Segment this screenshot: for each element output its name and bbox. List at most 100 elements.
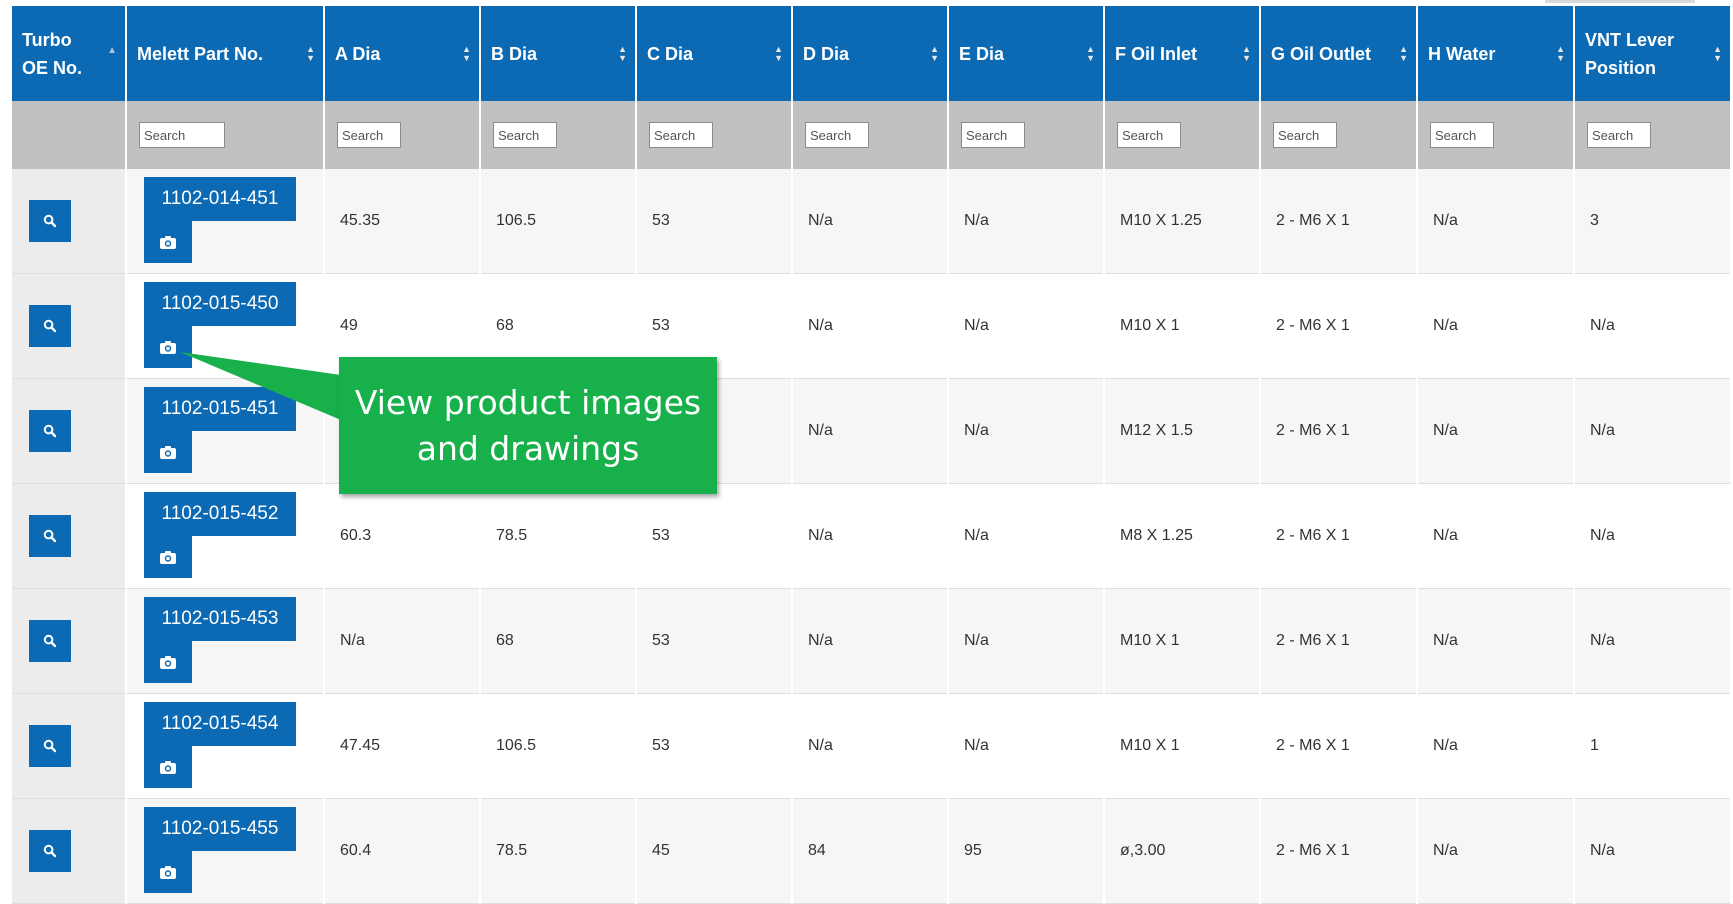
oe-cell [12,588,126,694]
cell-d: N/a [791,588,948,694]
view-images-button[interactable] [144,221,192,263]
table-body: 1102-014-451 45.35 106.5 53 N/a N/a M10 X 1.25… [12,169,1730,904]
cell-e: N/a [947,273,1104,379]
search-cell [1416,101,1574,169]
column-search-input[interactable] [493,122,557,148]
view-details-button[interactable] [29,515,71,557]
column-header-label: B Dia [491,43,538,64]
view-images-button[interactable] [144,326,192,368]
sort-arrows-icon[interactable]: ▲ ▼ [618,44,627,63]
part-cell: 1102-015-455 [125,798,324,904]
cell-b: 78.5 [479,483,636,589]
cell-f: ø,3.00 [1103,798,1260,904]
part-number-button[interactable]: 1102-015-453 [144,597,296,641]
column-header[interactable]: A Dia ▲ ▼ [323,6,480,101]
products-table-wrapper: Turbo OE No. ▲ Melett Part No. ▲ ▼ A Dia ▲ ▼ B D… [12,6,1730,904]
column-header[interactable]: C Dia ▲ ▼ [635,6,792,101]
cell-b: 106.5 [479,169,636,274]
sort-arrows-icon[interactable]: ▲ [107,46,117,56]
part-number-group: 1102-015-454 [144,702,296,790]
view-details-button[interactable] [29,200,71,242]
cell-h: N/a [1416,483,1574,589]
column-header[interactable]: D Dia ▲ ▼ [791,6,948,101]
view-details-button[interactable] [29,305,71,347]
column-header-label: A Dia [335,43,381,64]
column-header[interactable]: E Dia ▲ ▼ [947,6,1104,101]
camera-icon [159,550,177,565]
view-images-button[interactable] [144,431,192,473]
cell-e: N/a [947,169,1104,274]
column-header[interactable]: VNT Lever Position ▲ ▼ [1573,6,1730,101]
column-header[interactable]: Melett Part No. ▲ ▼ [125,6,324,101]
column-search-input[interactable] [1587,122,1651,148]
sort-arrows-icon[interactable]: ▲ ▼ [930,44,939,63]
top-edge-line [1545,0,1695,3]
cell-d: N/a [791,693,948,799]
products-table: Turbo OE No. ▲ Melett Part No. ▲ ▼ A Dia ▲ ▼ B D… [12,6,1730,904]
column-header[interactable]: F Oil Inlet ▲ ▼ [1103,6,1260,101]
part-number-button[interactable]: 1102-015-454 [144,702,296,746]
view-details-button[interactable] [29,620,71,662]
search-cell [323,101,480,169]
cell-c: 53 [635,169,792,274]
cell-g: 2 - M6 X 1 [1259,378,1417,484]
column-search-input[interactable] [805,122,869,148]
sort-arrows-icon[interactable]: ▲ ▼ [1086,44,1095,63]
search-cell [1259,101,1417,169]
part-cell: 1102-014-451 [125,169,324,274]
view-details-button[interactable] [29,725,71,767]
column-header[interactable]: G Oil Outlet ▲ ▼ [1259,6,1417,101]
column-search-input[interactable] [1430,122,1494,148]
table-row: 1102-015-453 N/a 68 53 N/a N/a M10 X 12 - M6 X… [12,588,1730,694]
header-row: Turbo OE No. ▲ Melett Part No. ▲ ▼ A Dia ▲ ▼ B D… [12,6,1730,101]
part-number-group: 1102-015-452 [144,492,296,580]
column-search-input[interactable] [139,122,225,148]
part-cell: 1102-015-453 [125,588,324,694]
part-number-button[interactable]: 1102-015-455 [144,807,296,851]
part-number-button[interactable]: 1102-015-452 [144,492,296,536]
cell-g: 2 - M6 X 1 [1259,169,1417,274]
part-cell: 1102-015-452 [125,483,324,589]
view-images-button[interactable] [144,746,192,788]
part-number-group: 1102-015-450 [144,282,296,370]
column-search-input[interactable] [1117,122,1181,148]
view-images-button[interactable] [144,641,192,683]
column-header[interactable]: H Water ▲ ▼ [1416,6,1574,101]
cell-vnt: N/a [1573,273,1730,379]
sort-arrows-icon[interactable]: ▲ ▼ [1242,44,1251,63]
sort-arrows-icon[interactable]: ▲ ▼ [1399,44,1408,63]
sort-arrows-icon[interactable]: ▲ ▼ [306,44,315,63]
column-search-input[interactable] [961,122,1025,148]
cell-f: M10 X 1 [1103,588,1260,694]
cell-f: M8 X 1.25 [1103,483,1260,589]
column-search-input[interactable] [337,122,401,148]
view-images-button[interactable] [144,851,192,893]
view-details-button[interactable] [29,830,71,872]
part-number-button[interactable]: 1102-014-451 [144,177,296,221]
cell-a: 60.3 [323,483,480,589]
view-details-button[interactable] [29,410,71,452]
column-header-label: C Dia [647,43,694,64]
cell-e: N/a [947,378,1104,484]
cell-vnt: 3 [1573,169,1730,274]
column-search-input[interactable] [1273,122,1337,148]
sort-arrows-icon[interactable]: ▲ ▼ [462,44,471,63]
column-header[interactable]: Turbo OE No. ▲ [12,6,126,101]
column-search-input[interactable] [649,122,713,148]
sort-arrows-icon[interactable]: ▲ ▼ [1713,44,1722,63]
cell-e: N/a [947,588,1104,694]
cell-c: 53 [635,693,792,799]
part-number-button[interactable]: 1102-015-450 [144,282,296,326]
search-cell [125,101,324,169]
part-cell: 1102-015-451 [125,378,324,484]
sort-arrows-icon[interactable]: ▲ ▼ [774,44,783,63]
sort-arrows-icon[interactable]: ▲ ▼ [1556,44,1565,63]
column-header[interactable]: B Dia ▲ ▼ [479,6,636,101]
cell-f: M10 X 1.25 [1103,169,1260,274]
cell-vnt: N/a [1573,378,1730,484]
magnifier-icon [43,634,57,648]
part-number-button[interactable]: 1102-015-451 [144,387,296,431]
view-images-button[interactable] [144,536,192,578]
search-cell [791,101,948,169]
cell-a: 47.45 [323,693,480,799]
